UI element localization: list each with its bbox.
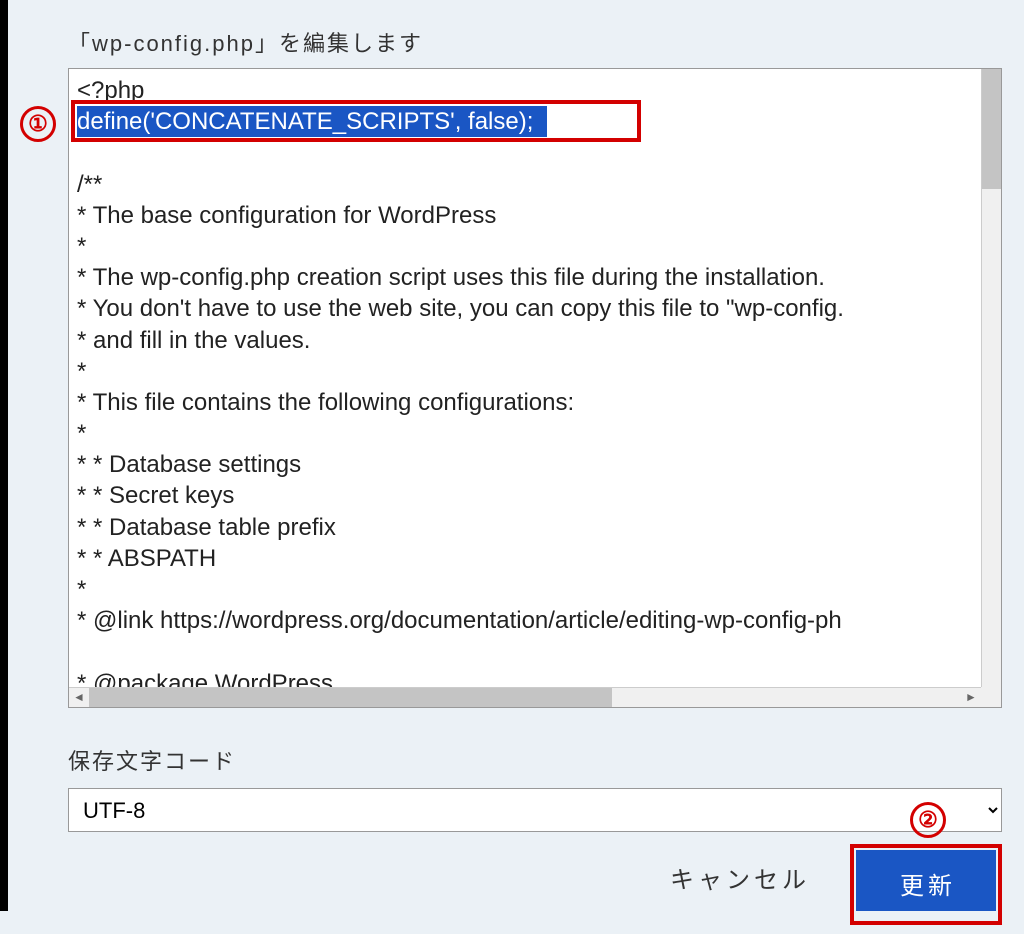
selected-code: define('CONCATENATE_SCRIPTS', false); [77,106,533,137]
code-line: * @link https://wordpress.org/documentat… [77,605,993,636]
code-line: * * Database table prefix [77,512,993,543]
horizontal-scrollbar-thumb[interactable] [89,688,612,707]
code-line: * You don't have to use the web site, yo… [77,293,993,324]
vertical-scrollbar-thumb[interactable] [982,69,1001,189]
page-title: 「wp-config.php」を編集します [68,26,1008,58]
annotation-circle-2: ② [910,802,946,838]
encoding-label: 保存文字コード [68,744,1008,776]
update-button[interactable]: 更新 [856,850,996,911]
vertical-scrollbar[interactable] [981,69,1001,687]
code-line: * The base configuration for WordPress [77,200,993,231]
code-line: * * Secret keys [77,480,993,511]
code-line: * This file contains the following confi… [77,387,993,418]
annotation-circle-1: ① [20,106,56,142]
code-line: /** [77,169,993,200]
scroll-right-icon[interactable]: ► [961,688,981,707]
code-line: * [77,418,993,449]
code-line: * [77,574,993,605]
code-line: * [77,356,993,387]
scroll-left-icon[interactable]: ◄ [69,688,89,707]
code-line: * [77,231,993,262]
encoding-select[interactable]: UTF-8 [68,788,1002,832]
code-editor[interactable]: <?php define('CONCATENATE_SCRIPTS', fals… [68,68,1002,708]
code-line [77,137,993,168]
code-line: * The wp-config.php creation script uses… [77,262,993,293]
code-line: * * Database settings [77,449,993,480]
horizontal-scrollbar[interactable]: ◄ ► [69,687,981,707]
code-line: <?php [77,75,993,106]
cancel-button[interactable]: キャンセル [670,860,810,901]
code-line [77,636,993,667]
scrollbar-corner [981,687,1001,707]
code-line: * and fill in the values. [77,325,993,356]
code-line: * * ABSPATH [77,543,993,574]
